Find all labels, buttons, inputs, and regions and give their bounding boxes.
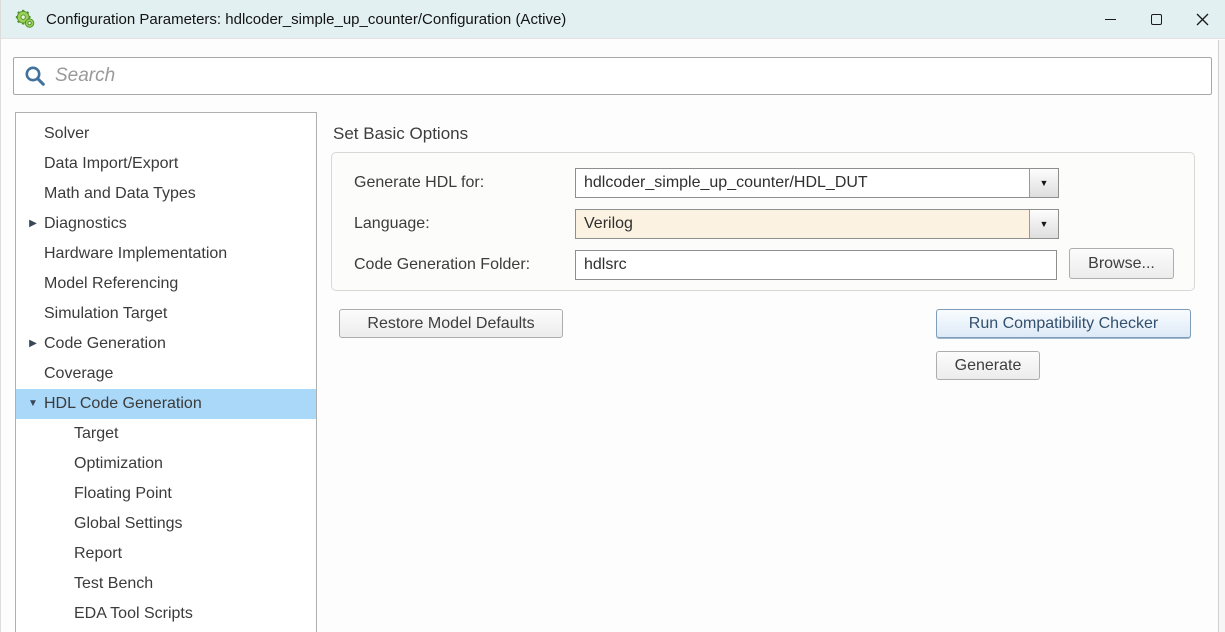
close-button[interactable]	[1179, 0, 1225, 39]
search-input[interactable]	[55, 65, 1201, 87]
basic-options-groupbox: Generate HDL for: hdlcoder_simple_up_cou…	[331, 152, 1195, 291]
sidebar-item-solver[interactable]: Solver	[16, 119, 316, 149]
maximize-icon	[1151, 14, 1162, 25]
sidebar-item-hardware-implementation[interactable]: Hardware Implementation	[16, 239, 316, 269]
sidebar-item-test-bench[interactable]: Test Bench	[16, 569, 316, 599]
generate-button[interactable]: Generate	[936, 351, 1040, 380]
sidebar-item-global-settings[interactable]: Global Settings	[16, 509, 316, 539]
configuration-parameters-window: Configuration Parameters: hdlcoder_simpl…	[0, 0, 1225, 632]
vertical-scrollbar-track[interactable]	[1218, 40, 1225, 632]
code-generation-folder-label: Code Generation Folder:	[354, 250, 530, 280]
tree-expanded-icon[interactable]: ▼	[25, 389, 41, 419]
generate-hdl-for-row: Generate HDL for: hdlcoder_simple_up_cou…	[332, 168, 1194, 198]
sidebar-item-model-referencing[interactable]: Model Referencing	[16, 269, 316, 299]
generate-hdl-for-value: hdlcoder_simple_up_counter/HDL_DUT	[576, 169, 1029, 197]
sidebar-item-target[interactable]: Target	[16, 419, 316, 449]
sidebar-item-floating-point[interactable]: Floating Point	[16, 479, 316, 509]
section-title: Set Basic Options	[333, 124, 468, 144]
titlebar: Configuration Parameters: hdlcoder_simpl…	[1, 0, 1225, 39]
sidebar-item-simulation-target[interactable]: Simulation Target	[16, 299, 316, 329]
close-icon	[1196, 13, 1209, 26]
sidebar-item-optimization[interactable]: Optimization	[16, 449, 316, 479]
search-bar	[13, 57, 1212, 95]
language-value: Verilog	[576, 210, 1029, 238]
sidebar-item-code-generation[interactable]: ▶Code Generation	[16, 329, 316, 359]
code-generation-folder-input[interactable]	[575, 250, 1057, 280]
maximize-button[interactable]	[1133, 0, 1179, 39]
chevron-down-icon: ▼	[1040, 220, 1049, 229]
window-controls	[1087, 0, 1225, 39]
minimize-icon	[1105, 19, 1116, 20]
language-combobox[interactable]: Verilog ▼	[575, 209, 1059, 239]
sidebar-item-math-and-data-types[interactable]: Math and Data Types	[16, 179, 316, 209]
simulink-gear-icon	[14, 8, 36, 30]
chevron-down-icon: ▼	[1040, 179, 1049, 188]
generate-hdl-for-combobox[interactable]: hdlcoder_simple_up_counter/HDL_DUT ▼	[575, 168, 1059, 198]
sidebar-item-hdl-code-generation[interactable]: ▼HDL Code Generation	[16, 389, 316, 419]
run-compatibility-checker-button[interactable]: Run Compatibility Checker	[936, 309, 1191, 338]
category-tree: Solver Data Import/Export Math and Data …	[15, 112, 317, 632]
sidebar-item-eda-tool-scripts[interactable]: EDA Tool Scripts	[16, 599, 316, 629]
language-row: Language: Verilog ▼	[332, 209, 1194, 239]
sidebar-item-report[interactable]: Report	[16, 539, 316, 569]
tree-collapsed-icon[interactable]: ▶	[25, 209, 41, 239]
tree-collapsed-icon[interactable]: ▶	[25, 329, 41, 359]
generate-hdl-for-label: Generate HDL for:	[354, 168, 484, 198]
combo-dropdown-button[interactable]: ▼	[1029, 210, 1058, 238]
restore-model-defaults-button[interactable]: Restore Model Defaults	[339, 309, 563, 338]
code-generation-folder-row: Code Generation Folder:	[332, 250, 1194, 280]
language-label: Language:	[354, 209, 430, 239]
sidebar-item-data-import-export[interactable]: Data Import/Export	[16, 149, 316, 179]
minimize-button[interactable]	[1087, 0, 1133, 39]
sidebar-item-diagnostics[interactable]: ▶Diagnostics	[16, 209, 316, 239]
search-icon	[24, 65, 46, 87]
sidebar-item-coverage[interactable]: Coverage	[16, 359, 316, 389]
window-title: Configuration Parameters: hdlcoder_simpl…	[46, 11, 566, 28]
combo-dropdown-button[interactable]: ▼	[1029, 169, 1058, 197]
browse-button[interactable]: Browse...	[1069, 248, 1174, 279]
